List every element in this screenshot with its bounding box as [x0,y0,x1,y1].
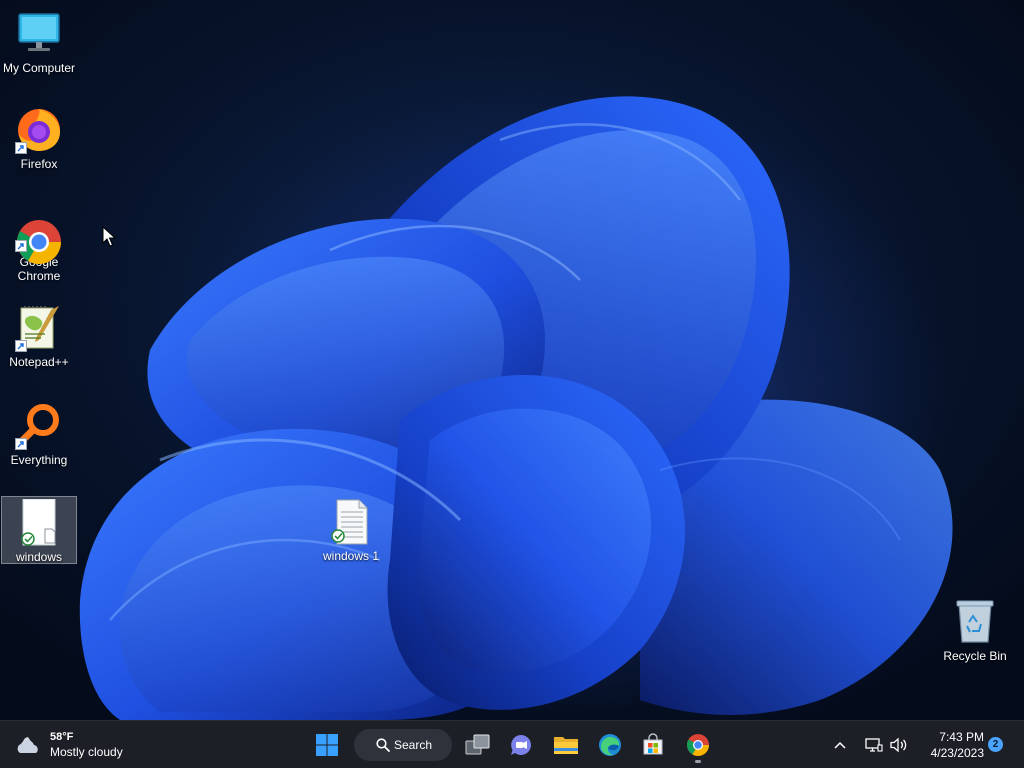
shortcut-arrow-icon [15,240,27,252]
quick-settings-button[interactable] [859,727,915,763]
desktop-icon-windows-1-file[interactable]: windows 1 [313,496,389,567]
weather-widget[interactable]: 58°F Mostly cloudy [14,727,123,763]
chrome-icon [15,204,63,264]
chevron-up-icon [834,741,846,749]
weather-condition: Mostly cloudy [50,745,123,759]
search-label: Search [394,738,433,752]
teams-chat-icon [511,735,531,755]
mouse-pointer-icon [102,226,116,247]
chrome-icon [687,734,709,756]
shortcut-arrow-icon [15,142,27,154]
text-file-icon [327,498,375,546]
desktop-icon-label: windows [15,550,63,564]
desktop[interactable]: My Computer Firefox Chrome Notepad++ Eve… [0,0,1024,720]
chat-button[interactable] [503,727,539,763]
magnifier-orange-icon [15,402,63,450]
show-hidden-icons-button[interactable] [823,727,857,763]
desktop-icon-label: Recycle Bin [943,649,1007,663]
desktop-icon-label: Everything [10,453,68,467]
notification-badge[interactable]: 2 [988,737,1003,752]
chrome-taskbar-button[interactable] [680,727,716,763]
wallpaper-bloom [79,96,953,720]
desktop-icon-everything[interactable]: Everything [1,400,77,471]
task-view-button[interactable] [460,727,496,763]
microsoft-store-icon [643,733,663,755]
firefox-icon [15,106,63,154]
partly-cloudy-icon [17,737,38,753]
desktop-icon-windows-file[interactable]: windows [1,496,77,564]
shortcut-arrow-icon [15,340,27,352]
desktop-icon-my-computer[interactable]: My Computer [1,8,77,79]
task-view-icon [465,734,490,755]
recycle-bin-icon [951,598,999,646]
desktop-icon-label: Notepad++ [9,355,69,369]
desktop-icon-google-chrome[interactable]: Google Chrome [1,202,77,287]
start-button[interactable] [309,727,345,763]
clock-date: 4/23/2023 [930,746,984,760]
desktop-icon-recycle-bin[interactable]: Recycle Bin [937,596,1013,667]
network-icon [865,738,883,752]
taskbar-search-button[interactable]: Search [354,729,452,761]
desktop-icon-label: Firefox [20,157,58,171]
notepad-plus-plus-icon [15,304,63,352]
clock[interactable]: 7:43 PM 4/23/2023 [916,729,984,761]
clock-time: 7:43 PM [939,730,984,744]
desktop-icon-label: My Computer [2,61,76,75]
monitor-icon [15,10,63,58]
start-icon [316,734,338,756]
edge-icon [599,734,621,756]
running-indicator [695,760,701,763]
file-explorer-button[interactable] [548,727,584,763]
desktop-icon-firefox[interactable]: Firefox [1,104,77,175]
file-explorer-icon [554,737,578,754]
edge-button[interactable] [592,727,628,763]
taskbar: 58°F Mostly cloudy Search 7:43 PM 4/23/2… [0,720,1024,768]
document-file-icon [15,498,63,547]
shortcut-arrow-icon [15,438,27,450]
microsoft-store-button[interactable] [635,727,671,763]
desktop-icon-label: windows 1 [322,549,380,563]
desktop-icon-notepad-plus-plus[interactable]: Notepad++ [1,302,77,373]
volume-icon [890,737,907,753]
search-icon [376,738,390,752]
weather-temperature: 58°F [50,731,74,743]
